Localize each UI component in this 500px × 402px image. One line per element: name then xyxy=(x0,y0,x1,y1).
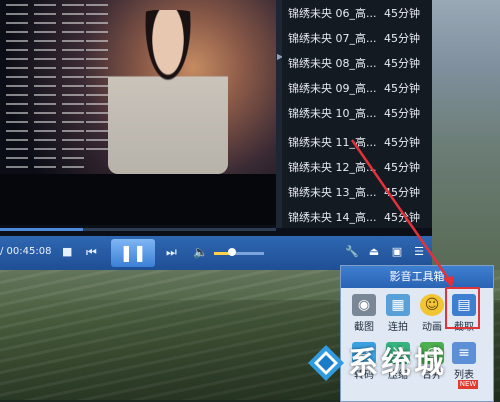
watermark-logo-icon xyxy=(308,345,344,381)
tool-screenshot[interactable]: ◉ 截图 xyxy=(349,294,379,338)
watermark-url: XITONGCHENG.COM xyxy=(358,384,437,392)
volume-icon[interactable]: 🔈 xyxy=(193,245,208,259)
screen-mode-icon[interactable]: ▣ xyxy=(387,242,407,262)
credits-text xyxy=(62,4,84,174)
highlight-annotation xyxy=(445,287,480,329)
next-icon[interactable]: ⏭ xyxy=(166,245,177,259)
time-display: / 00:45:08 xyxy=(0,246,52,257)
playlist-item[interactable]: 锦绣未央 09_高... 45分钟 xyxy=(288,77,428,101)
new-badge: NEW xyxy=(458,380,478,389)
camera-icon: ◉ xyxy=(352,294,376,316)
credits-text xyxy=(6,4,28,174)
seek-bar-fill xyxy=(0,228,83,231)
burst-shot-icon: ▦ xyxy=(386,294,410,316)
toolbox-wrench-icon[interactable]: 🔧 xyxy=(342,242,362,262)
playlist-panel: 锦绣未央 06_高... 45分钟 锦绣未央 07_高... 45分钟 锦绣未央 0… xyxy=(282,0,432,228)
video-letterbox xyxy=(0,174,276,225)
playlist-item[interactable]: 锦绣未央 13_高... 45分钟 xyxy=(288,181,428,205)
animation-smiley-icon: ☺ xyxy=(420,294,444,316)
playlist-item[interactable]: 锦绣未央 12_高... 45分钟 xyxy=(288,156,428,180)
pause-icon: ❚❚ xyxy=(119,243,147,262)
playlist-item[interactable]: 锦绣未央 10_高... 45分钟 xyxy=(288,102,428,126)
video-player-window: ▶ 锦绣未央 06_高... 45分钟 锦绣未央 07_高... 45分钟 锦绣未央… xyxy=(0,0,432,270)
credits-text xyxy=(34,4,56,174)
credits-text xyxy=(86,4,108,154)
video-frame[interactable] xyxy=(0,0,276,225)
playlist-item[interactable]: 锦绣未央 11_高... 45分钟 xyxy=(288,131,428,155)
eject-icon[interactable]: ⏏ xyxy=(364,242,384,262)
volume-knob[interactable] xyxy=(228,248,236,256)
watermark-text: 系统城 xyxy=(348,346,447,381)
playlist-item[interactable]: 锦绣未央 07_高... 45分钟 xyxy=(288,27,428,51)
list-icon: ≡ xyxy=(452,342,476,364)
playlist-item[interactable]: 锦绣未央 06_高... 45分钟 xyxy=(288,2,428,26)
wallpaper-sky xyxy=(432,0,500,270)
pause-button[interactable]: ❚❚ xyxy=(111,239,155,267)
stop-icon[interactable]: ■ xyxy=(62,245,72,259)
playlist-item[interactable]: 锦绣未央 08_高... 45分钟 xyxy=(288,52,428,76)
toolbox-title: 影音工具箱 xyxy=(341,266,493,288)
tool-animation[interactable]: ☺ 动画 xyxy=(417,294,447,338)
previous-icon[interactable]: ⏮ xyxy=(86,245,97,259)
playlist-item[interactable]: 锦绣未央 14_高... 45分钟 xyxy=(288,206,428,230)
video-scene xyxy=(108,10,228,174)
tool-burst-shot[interactable]: ▦ 连拍 xyxy=(383,294,413,338)
playlist-toggle-icon[interactable]: ☰ xyxy=(409,242,429,262)
volume-slider[interactable] xyxy=(214,252,264,255)
seek-bar[interactable] xyxy=(0,228,276,231)
